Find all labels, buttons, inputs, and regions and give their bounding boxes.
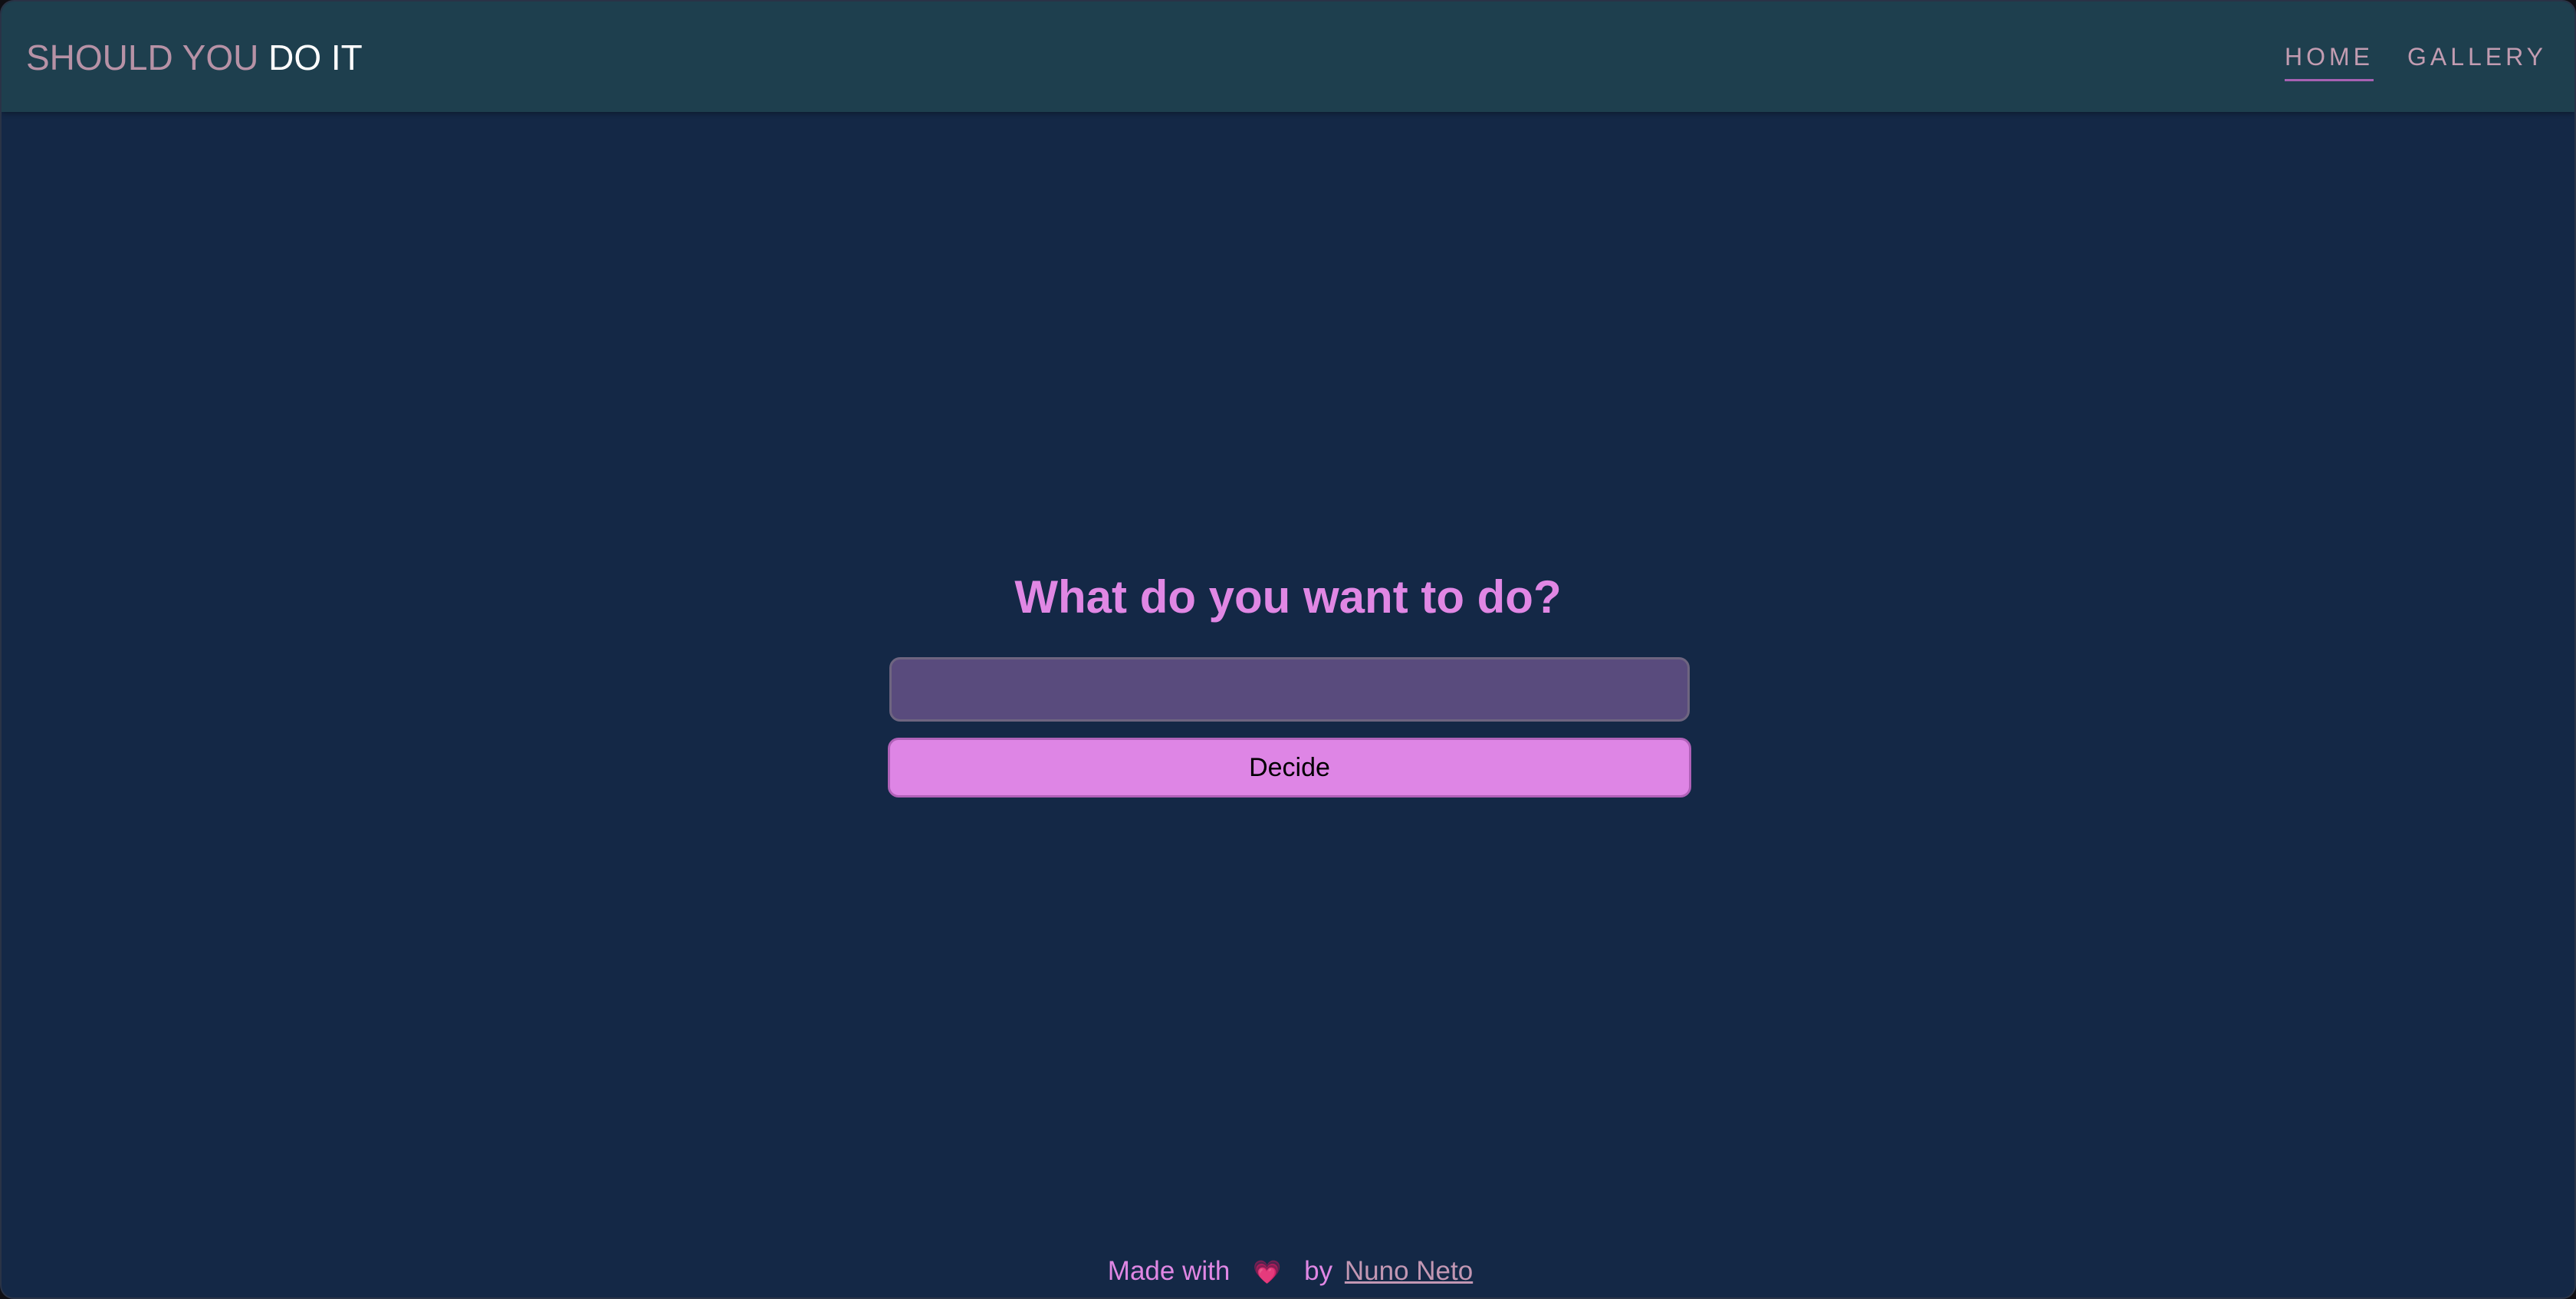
nav-home-link[interactable]: HOME: [2284, 43, 2374, 81]
heart-icon: 💗: [1253, 1260, 1282, 1285]
page-heading: What do you want to do?: [1014, 571, 1562, 623]
brand-text-do-it: DO IT: [268, 38, 363, 77]
nav-gallery-link[interactable]: GALLERY: [2407, 43, 2547, 81]
footer-by: by: [1304, 1256, 1333, 1286]
navbar: SHOULD YOU DO IT HOME GALLERY: [2, 2, 2574, 112]
decide-button[interactable]: Decide: [888, 738, 1691, 797]
app-window: SHOULD YOU DO IT HOME GALLERY What do yo…: [0, 0, 2576, 1299]
footer-made-with: Made with: [1107, 1256, 1230, 1286]
action-input[interactable]: [889, 657, 1690, 722]
brand-logo[interactable]: SHOULD YOU DO IT: [26, 2, 363, 112]
author-link[interactable]: Nuno Neto: [1345, 1256, 1473, 1286]
brand-text-should-you: SHOULD YOU: [26, 38, 259, 77]
nav-links: HOME GALLERY: [2284, 2, 2547, 112]
footer: Made with 💗 by Nuno Neto: [2, 1256, 2574, 1287]
